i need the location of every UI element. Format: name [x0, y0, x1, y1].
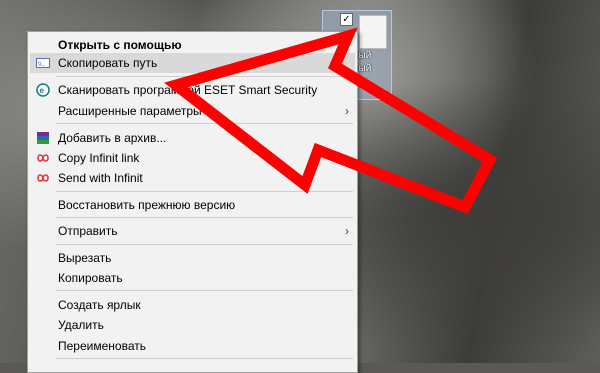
- annotation-arrow: [164, 27, 498, 214]
